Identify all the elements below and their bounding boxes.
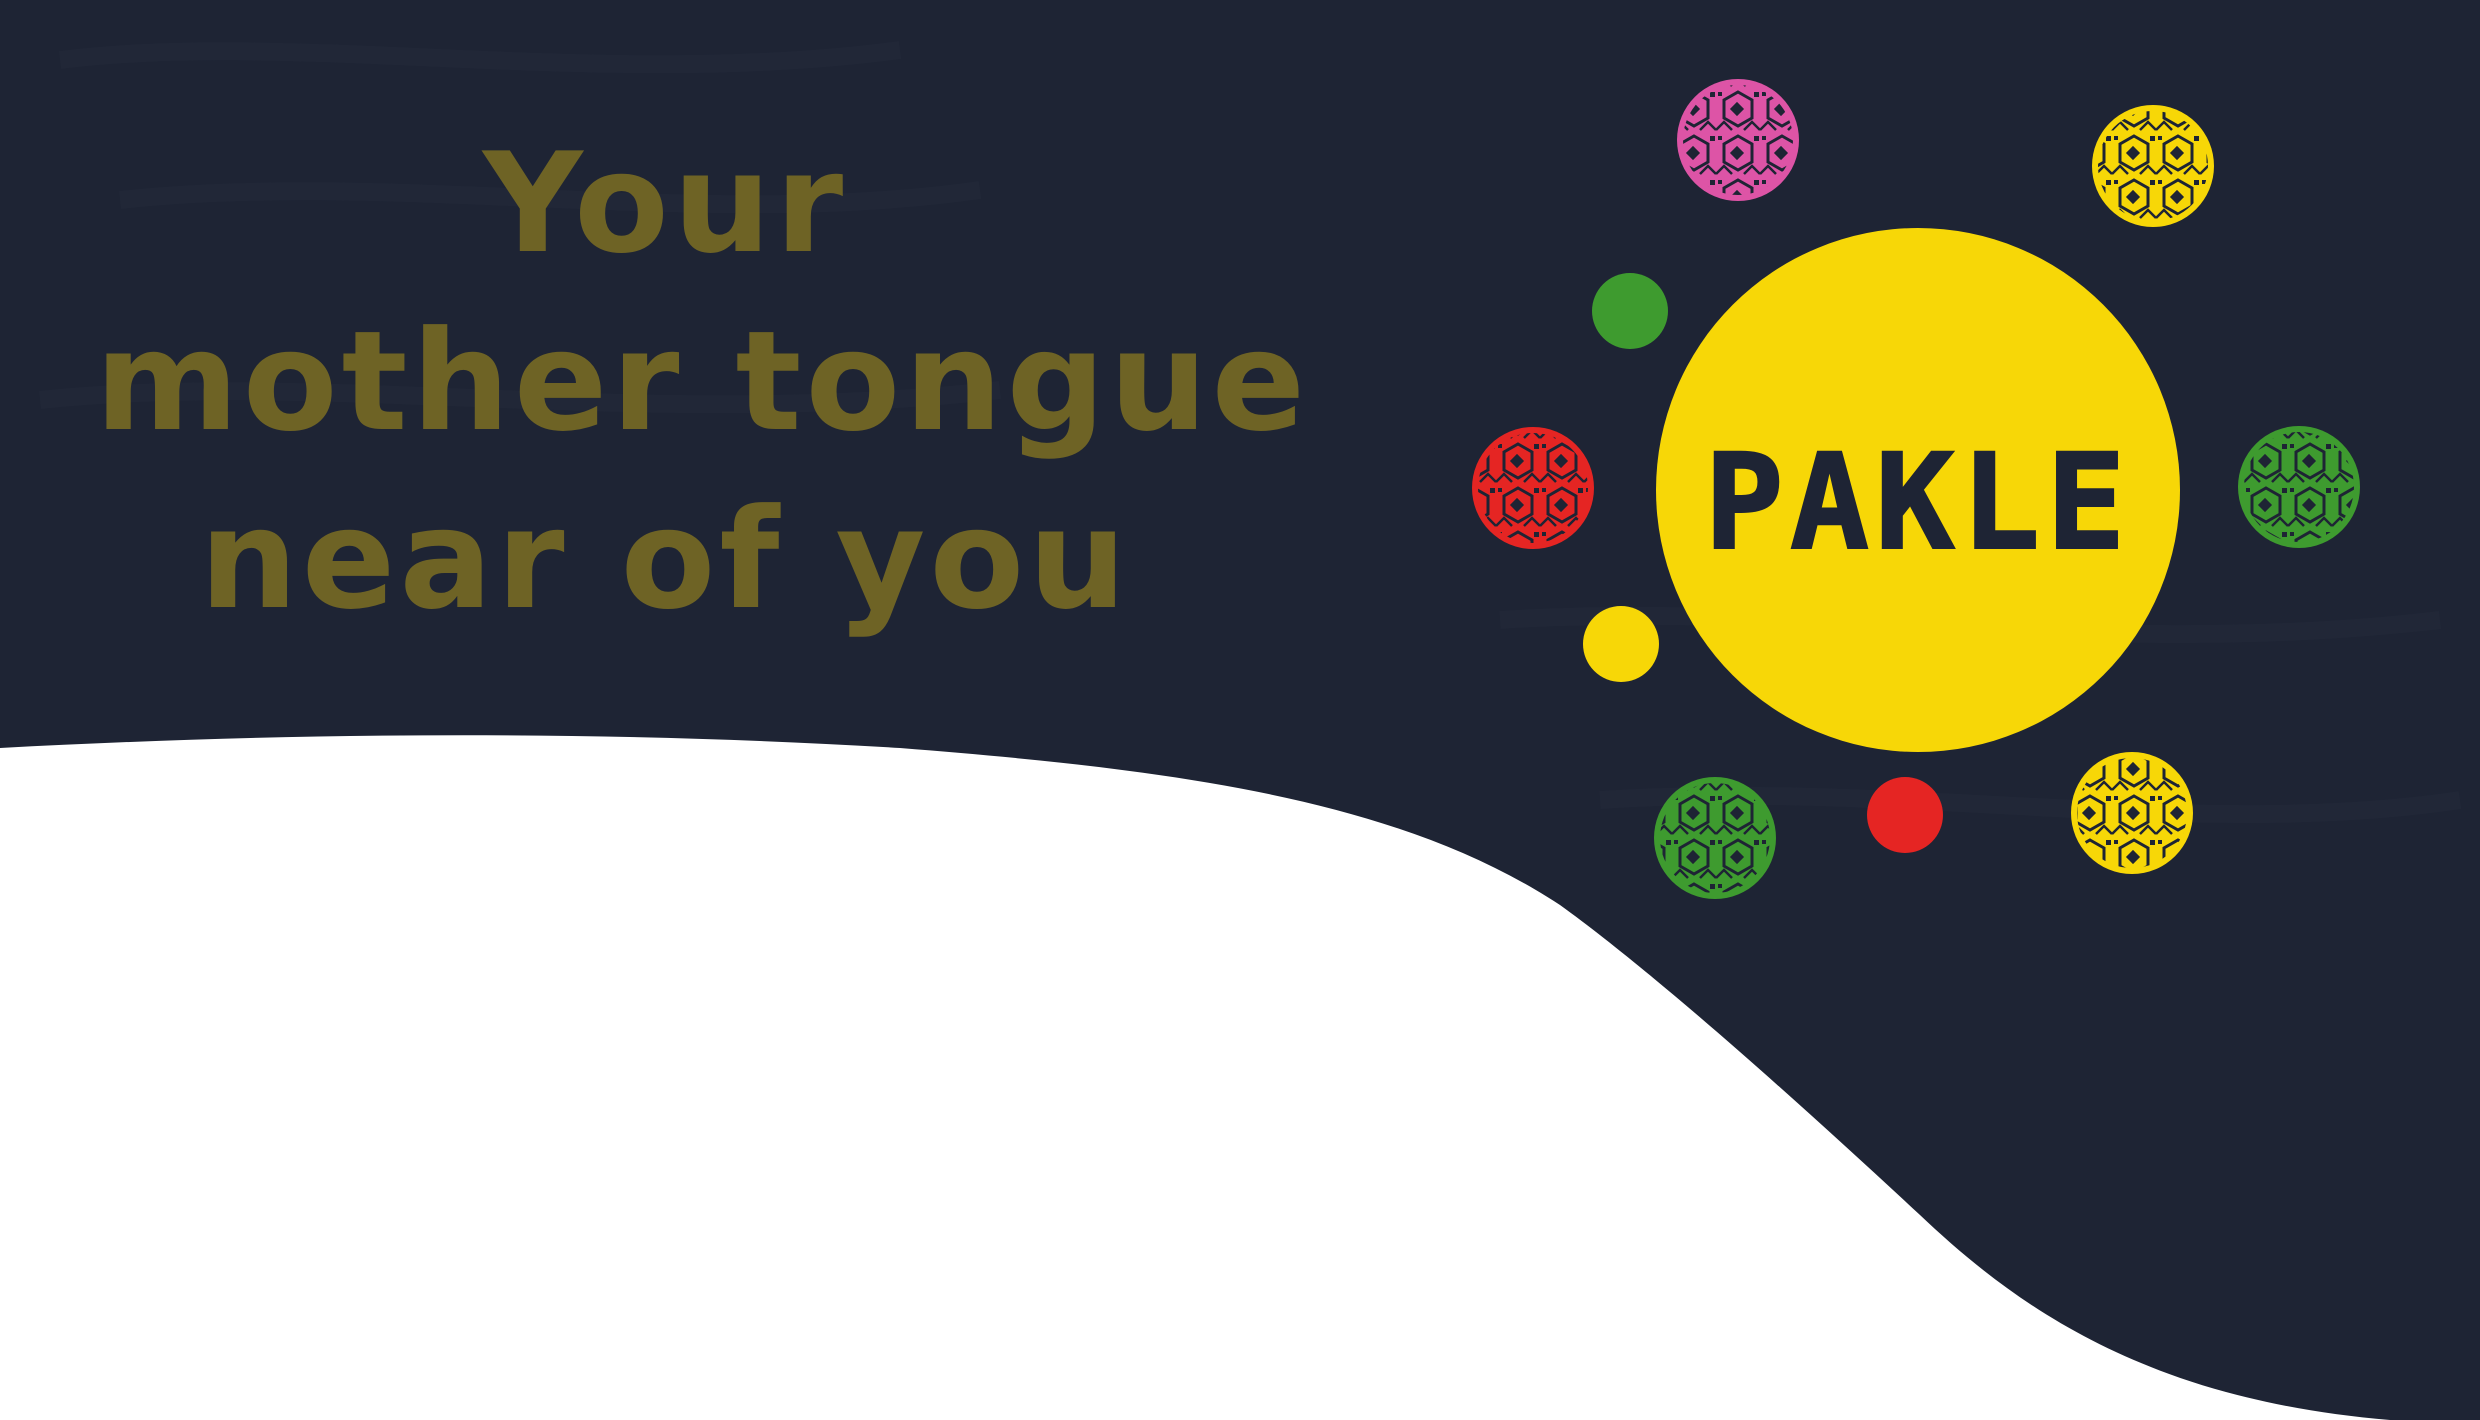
yellow-solid-dot <box>1583 606 1659 682</box>
green-pattern-dot <box>1654 777 1776 899</box>
magenta-pattern-dot <box>1677 79 1799 201</box>
green-solid-dot <box>1592 273 1668 349</box>
pakle-logo: PAKLE <box>1656 228 2180 752</box>
hero-tagline: Your mother tongue near of you <box>95 115 1310 649</box>
red-pattern-dot <box>1472 427 1594 549</box>
green-pattern-dot <box>2238 426 2360 548</box>
tagline-line-1: Your <box>482 123 848 284</box>
tagline-line-3: near of you <box>199 479 1131 640</box>
tagline-line-2: mother tongue <box>95 301 1310 462</box>
red-solid-dot <box>1867 777 1943 853</box>
yellow-pattern-dot <box>2092 105 2214 227</box>
yellow-pattern-dot <box>2071 752 2193 874</box>
